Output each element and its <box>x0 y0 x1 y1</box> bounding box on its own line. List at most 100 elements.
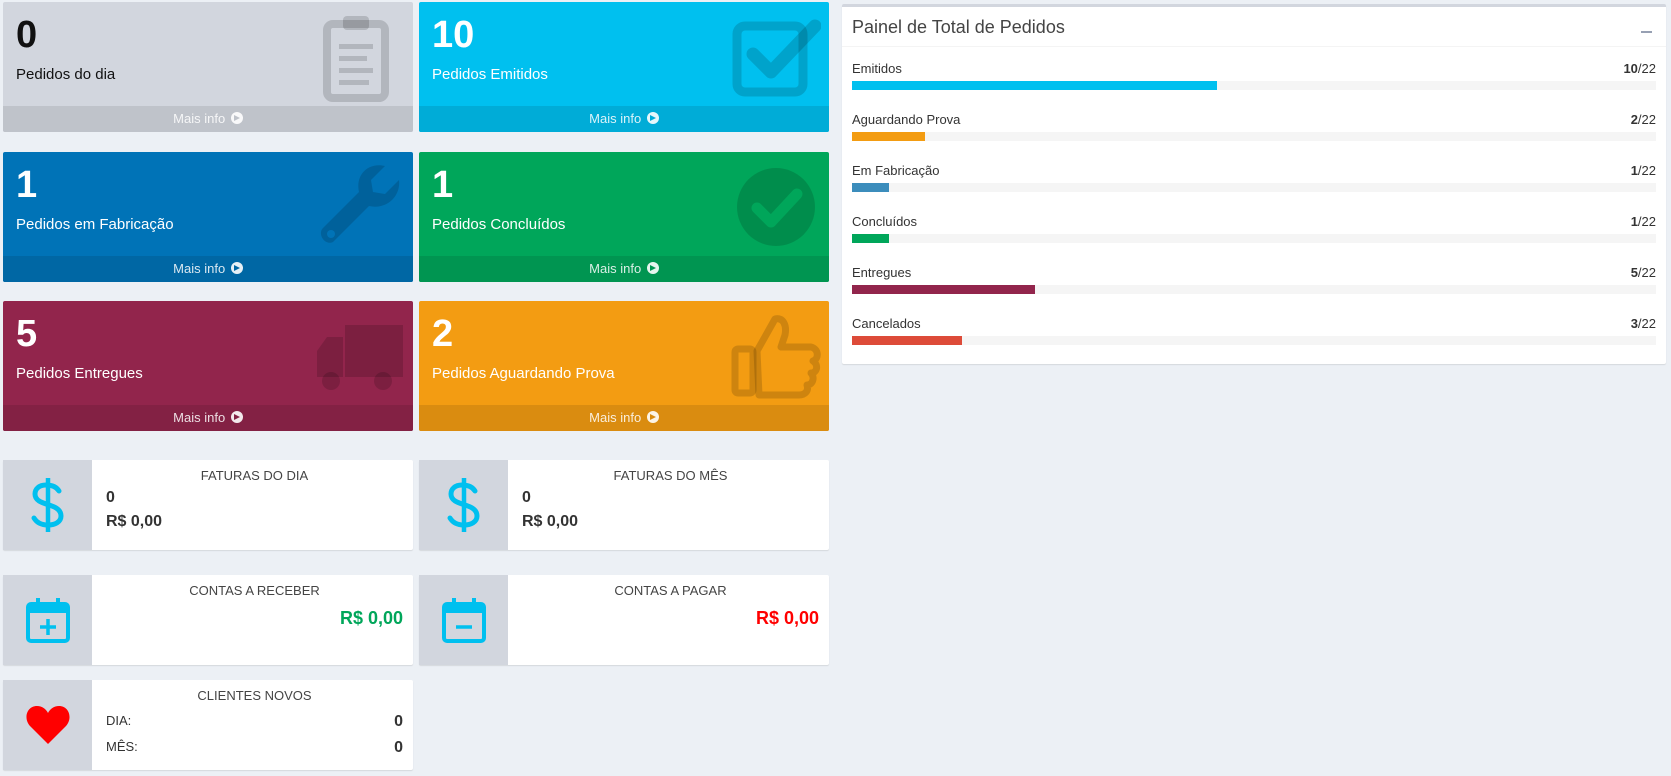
progress-track <box>852 234 1656 243</box>
progress-count-value: 5 <box>1630 265 1638 280</box>
info-box-contas-pagar: CONTAS A PAGAR R$ 0,00 <box>419 575 829 665</box>
progress-track <box>852 132 1656 141</box>
contas-pagar-amount: R$ 0,00 <box>755 608 819 628</box>
progress-group: Aguardando Prova 2/22 <box>852 112 1656 141</box>
pedidos-entregues-label: Pedidos Entregues <box>16 365 143 382</box>
panel-header: Painel de Total de Pedidos <box>842 7 1666 47</box>
pedidos-emitidos-value: 10 <box>432 14 475 56</box>
progress-track <box>852 81 1656 90</box>
contas-receber-title: CONTAS A RECEBER <box>189 583 320 598</box>
progress-header: Aguardando Prova 2/22 <box>852 112 1656 130</box>
faturas-dia-title: FATURAS DO DIA <box>200 468 309 483</box>
progress-track <box>852 285 1656 294</box>
arrow-circle-right-icon <box>646 112 659 124</box>
progress-label: Cancelados <box>852 316 921 331</box>
calendar-minus-icon-wrap <box>419 575 508 665</box>
pedidos-fabricacao-value: 1 <box>16 164 38 206</box>
dollar-icon <box>31 478 64 532</box>
progress-label: Em Fabricação <box>852 163 940 178</box>
progress-count-value: 1 <box>1630 163 1638 178</box>
faturas-mes-amount: R$ 0,00 <box>522 513 579 530</box>
clientes-novos-mes-value: 0 <box>394 739 403 756</box>
progress-count: 3/22 <box>1631 316 1656 334</box>
progress-count-value: 3 <box>1630 316 1638 331</box>
progress-bar-fill <box>852 132 926 141</box>
calendar-minus-icon <box>441 598 486 643</box>
small-box-pedidos-entregues: 5 Pedidos Entregues Mais info <box>3 301 413 431</box>
info-box-faturas-dia: FATURAS DO DIA 0 R$ 0,00 <box>3 460 413 550</box>
more-info-label: Mais info <box>589 410 642 425</box>
progress-header: Concluídos 1/22 <box>852 214 1656 232</box>
pedidos-entregues-more-info-link[interactable]: Mais info <box>3 405 413 431</box>
progress-bar-fill <box>852 183 889 192</box>
panel-title: Painel de Total de Pedidos <box>852 17 1065 37</box>
progress-count-value: 10 <box>1623 61 1638 76</box>
progress-count: 10/22 <box>1623 61 1656 79</box>
progress-label: Emitidos <box>852 61 902 76</box>
small-box-pedidos-aguardando-prova: 2 Pedidos Aguardando Prova Mais info <box>419 301 829 431</box>
collapse-minus-icon[interactable] <box>1636 17 1656 37</box>
pedidos-fabricacao-more-info-link[interactable]: Mais info <box>3 256 413 282</box>
pedidos-dia-value: 0 <box>16 14 38 56</box>
small-box-pedidos-emitidos: 10 Pedidos Emitidos Mais info <box>419 2 829 132</box>
arrow-circle-right-icon <box>646 262 659 274</box>
small-box-pedidos-concluidos: 1 Pedidos Concluídos Mais info <box>419 152 829 282</box>
progress-total: /22 <box>1637 61 1656 76</box>
pedidos-aguardando-label: Pedidos Aguardando Prova <box>432 365 615 382</box>
pedidos-concluidos-more-info-link[interactable]: Mais info <box>419 256 829 282</box>
progress-count-value: 2 <box>1630 112 1638 127</box>
progress-label: Aguardando Prova <box>852 112 961 127</box>
arrow-circle-right-icon <box>230 411 243 423</box>
progress-total: /22 <box>1637 316 1656 331</box>
clientes-novos-mes-label: MÊS: <box>106 739 138 754</box>
progress-group: Emitidos 10/22 <box>852 61 1656 90</box>
clientes-novos-dia-label: DIA: <box>106 713 132 728</box>
progress-total: /22 <box>1637 214 1656 229</box>
progress-header: Em Fabricação 1/22 <box>852 163 1656 181</box>
panel-total-pedidos: Painel de Total de Pedidos Emitidos 10/22… <box>842 4 1666 364</box>
progress-label: Concluídos <box>852 214 918 229</box>
dollar-icon <box>447 478 480 532</box>
progress-header: Emitidos 10/22 <box>852 61 1656 79</box>
progress-track <box>852 336 1656 345</box>
more-info-label: Mais info <box>589 111 642 126</box>
faturas-mes-count: 0 <box>522 489 531 506</box>
progress-header: Cancelados 3/22 <box>852 316 1656 334</box>
panel-body: Emitidos 10/22 Aguardando Prova 2/22 Em Fabr… <box>842 47 1666 345</box>
clientes-novos-title: CLIENTES NOVOS <box>197 688 312 703</box>
progress-bar-fill <box>852 336 962 345</box>
progress-count-value: 1 <box>1630 214 1638 229</box>
progress-count: 1/22 <box>1631 163 1656 181</box>
info-box-clientes-novos: CLIENTES NOVOS DIA: 0 MÊS: 0 <box>3 680 413 770</box>
more-info-label: Mais info <box>173 111 226 126</box>
progress-group: Em Fabricação 1/22 <box>852 163 1656 192</box>
progress-group: Entregues 5/22 <box>852 265 1656 294</box>
pedidos-entregues-value: 5 <box>16 313 38 355</box>
progress-total: /22 <box>1637 265 1656 280</box>
pedidos-concluidos-value: 1 <box>432 164 454 206</box>
arrow-circle-right-icon <box>230 262 243 274</box>
pedidos-emitidos-label: Pedidos Emitidos <box>432 66 548 83</box>
progress-count: 2/22 <box>1631 112 1656 130</box>
progress-bar-fill <box>852 234 889 243</box>
progress-count: 1/22 <box>1631 214 1656 232</box>
progress-total: /22 <box>1637 163 1656 178</box>
pedidos-fabricacao-label: Pedidos em Fabricação <box>16 216 174 233</box>
pedidos-aguardando-more-info-link[interactable]: Mais info <box>419 405 829 431</box>
clientes-novos-dia-row: DIA: 0 <box>106 713 403 731</box>
progress-group: Cancelados 3/22 <box>852 316 1656 345</box>
calendar-plus-icon <box>25 598 70 643</box>
info-box-faturas-mes: FATURAS DO MÊS 0 R$ 0,00 <box>419 460 829 550</box>
info-box-contas-receber: CONTAS A RECEBER R$ 0,00 <box>3 575 413 665</box>
pedidos-emitidos-more-info-link[interactable]: Mais info <box>419 106 829 132</box>
pedidos-aguardando-value: 2 <box>432 313 454 355</box>
progress-bar-fill <box>852 285 1035 294</box>
more-info-label: Mais info <box>173 410 226 425</box>
calendar-plus-icon-wrap <box>3 575 92 665</box>
clientes-novos-dia-value: 0 <box>394 713 403 730</box>
progress-header: Entregues 5/22 <box>852 265 1656 283</box>
progress-bar-fill <box>852 81 1218 90</box>
pedidos-dia-more-info-link[interactable]: Mais info <box>3 106 413 132</box>
progress-track <box>852 183 1656 192</box>
progress-label: Entregues <box>852 265 912 280</box>
